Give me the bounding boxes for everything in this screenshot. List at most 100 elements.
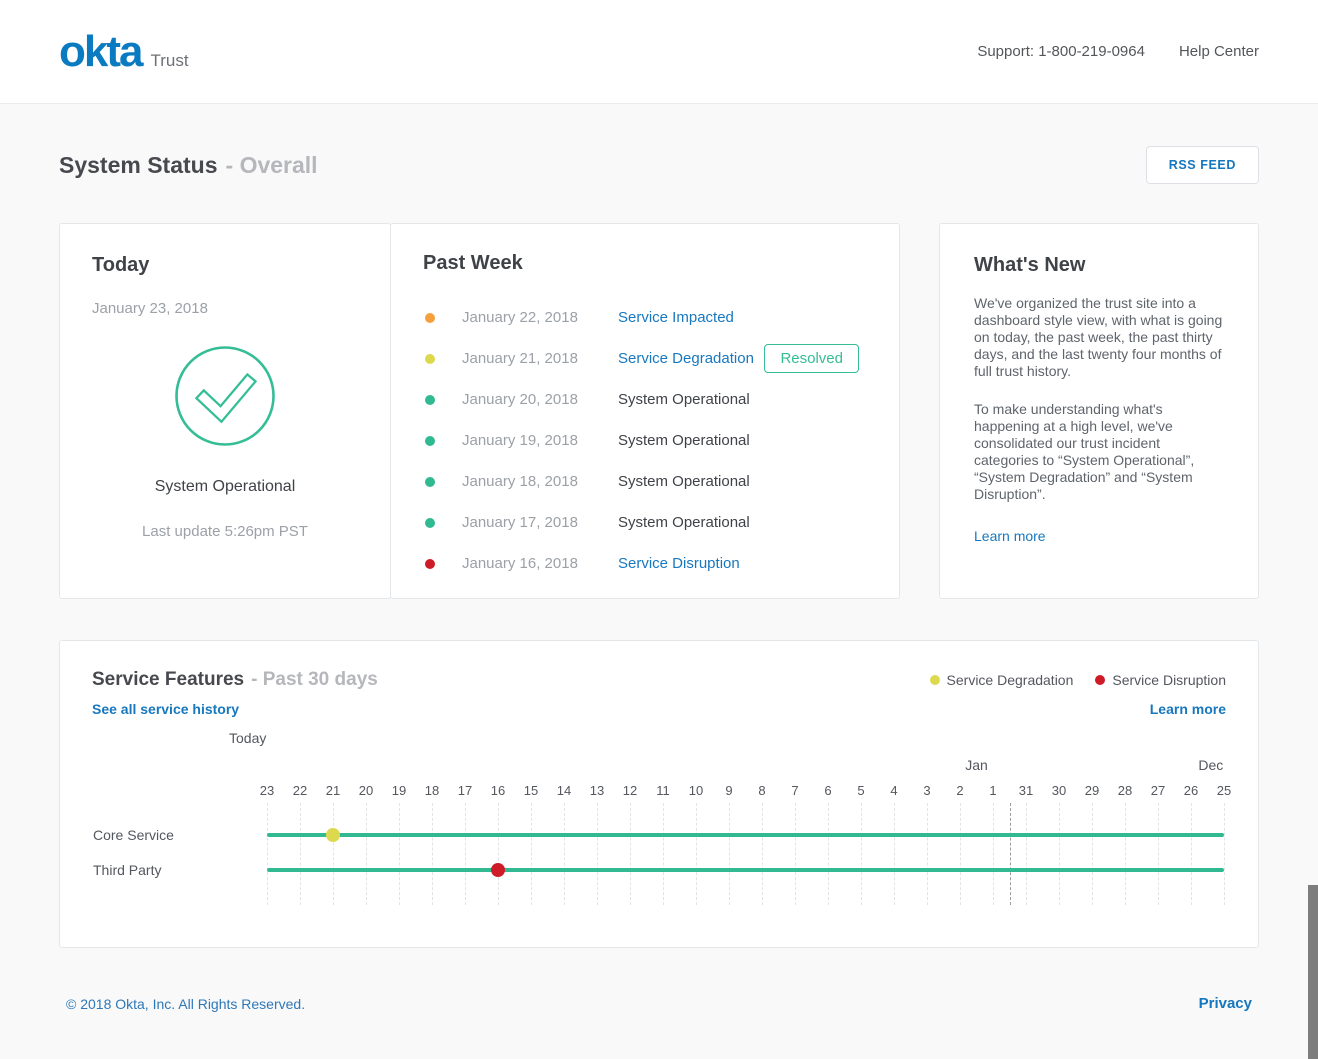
whats-new-card-title: What's New xyxy=(974,254,1224,277)
past-week-card-title: Past Week xyxy=(423,252,867,275)
x-axis-tick-label: 23 xyxy=(260,783,274,798)
whats-new-card: What's New We've organized the trust sit… xyxy=(939,223,1259,599)
x-axis-tick-label: 2 xyxy=(956,783,963,798)
whats-new-paragraph-2: To make understanding what's happening a… xyxy=(974,401,1224,503)
incident-status-text: System Operational xyxy=(618,514,750,531)
x-axis-tick-label: 22 xyxy=(293,783,307,798)
x-axis-tick-label: 1 xyxy=(989,783,996,798)
status-dot-icon xyxy=(425,477,435,487)
status-dot-icon xyxy=(425,395,435,405)
x-axis-tick-label: 31 xyxy=(1019,783,1033,798)
today-status-text: System Operational xyxy=(92,478,358,496)
x-axis-tick-label: 12 xyxy=(623,783,637,798)
whats-new-paragraph-1: We've organized the trust site into a da… xyxy=(974,295,1224,380)
gridline xyxy=(1092,803,1093,905)
timeline-chart: Today 2322212019181716151413121110987654… xyxy=(92,723,1226,923)
gridline xyxy=(1191,803,1192,905)
gridline xyxy=(333,803,334,905)
x-axis-tick-label: 30 xyxy=(1052,783,1066,798)
past-week-row: January 16, 2018 Service Disruption xyxy=(423,543,867,584)
incident-status-link[interactable]: Service Disruption xyxy=(618,555,740,572)
gridline xyxy=(1125,803,1126,905)
x-axis-tick-label: 5 xyxy=(857,783,864,798)
x-axis-tick-label: 6 xyxy=(824,783,831,798)
legend-dot-icon xyxy=(930,675,940,685)
today-date: January 23, 2018 xyxy=(92,300,358,317)
gridline xyxy=(366,803,367,905)
x-axis-tick-label: 29 xyxy=(1085,783,1099,798)
see-all-service-history-link[interactable]: See all service history xyxy=(92,701,239,717)
status-dot-icon xyxy=(425,518,435,528)
gridline xyxy=(597,803,598,905)
rss-feed-button[interactable]: RSS FEED xyxy=(1146,146,1259,184)
help-center-link[interactable]: Help Center xyxy=(1179,43,1259,60)
incident-status-text: System Operational xyxy=(618,432,750,449)
gridline xyxy=(531,803,532,905)
page-title: System Status xyxy=(59,152,218,179)
incident-date: January 16, 2018 xyxy=(462,555,612,572)
status-dot-icon xyxy=(425,313,435,323)
x-axis-tick-label: 20 xyxy=(359,783,373,798)
whats-new-learn-more-link[interactable]: Learn more xyxy=(974,528,1046,544)
service-features-learn-more-link[interactable]: Learn more xyxy=(1150,701,1226,717)
today-card-title: Today xyxy=(92,254,358,277)
incident-status-text: System Operational xyxy=(618,473,750,490)
status-dot-icon xyxy=(425,559,435,569)
site-header: okta Trust Support: 1-800-219-0964 Help … xyxy=(0,0,1318,104)
legend-label: Service Disruption xyxy=(1112,672,1226,688)
x-axis-tick-label: 16 xyxy=(491,783,505,798)
service-row-label: Core Service xyxy=(93,827,174,843)
incident-status-link[interactable]: Service Degradation xyxy=(618,350,754,367)
legend-item: Service Degradation xyxy=(930,672,1074,688)
incident-date: January 19, 2018 xyxy=(462,432,612,449)
site-footer: © 2018 Okta, Inc. All Rights Reserved. P… xyxy=(0,948,1318,1012)
today-last-update: Last update 5:26pm PST xyxy=(92,523,358,540)
gridline xyxy=(828,803,829,905)
gridline xyxy=(630,803,631,905)
x-axis-tick-label: 19 xyxy=(392,783,406,798)
resolved-badge[interactable]: Resolved xyxy=(764,344,859,373)
x-axis-tick-label: 4 xyxy=(890,783,897,798)
month-label: Jan xyxy=(965,757,988,773)
privacy-link[interactable]: Privacy xyxy=(1199,995,1252,1012)
scrollbar-thumb[interactable] xyxy=(1308,885,1318,1059)
gridline xyxy=(399,803,400,905)
logo[interactable]: okta Trust xyxy=(59,30,189,74)
gridline xyxy=(729,803,730,905)
status-dot-icon xyxy=(425,354,435,364)
x-axis-tick-label: 14 xyxy=(557,783,571,798)
gridline xyxy=(432,803,433,905)
x-axis-tick-label: 13 xyxy=(590,783,604,798)
x-axis-tick-label: 3 xyxy=(923,783,930,798)
past-week-row: January 20, 2018System Operational xyxy=(423,379,867,420)
gridline xyxy=(564,803,565,905)
x-axis-tick-label: 21 xyxy=(326,783,340,798)
service-features-subtitle: - Past 30 days xyxy=(251,669,378,691)
gridline xyxy=(861,803,862,905)
gridline xyxy=(993,803,994,905)
past-week-row: January 22, 2018Service Impacted xyxy=(423,297,867,338)
gridline xyxy=(300,803,301,905)
x-axis-tick-label: 26 xyxy=(1184,783,1198,798)
today-card: Today January 23, 2018 System Operationa… xyxy=(59,223,391,599)
x-axis-tick-label: 25 xyxy=(1217,783,1231,798)
okta-logo[interactable]: okta xyxy=(59,30,141,74)
gridline xyxy=(663,803,664,905)
x-axis-tick-label: 10 xyxy=(689,783,703,798)
incident-dot-icon[interactable] xyxy=(491,863,505,877)
service-status-line xyxy=(267,868,1224,872)
support-phone: Support: 1-800-219-0964 xyxy=(977,43,1145,60)
past-week-list: January 22, 2018Service Impacted January … xyxy=(423,297,867,584)
gridline xyxy=(1158,803,1159,905)
past-week-row: January 18, 2018System Operational xyxy=(423,461,867,502)
x-axis-tick-label: 15 xyxy=(524,783,538,798)
x-axis-tick-label: 28 xyxy=(1118,783,1132,798)
incident-dot-icon[interactable] xyxy=(326,828,340,842)
logo-trust-label: Trust xyxy=(150,51,188,71)
x-axis-tick-label: 7 xyxy=(791,783,798,798)
copyright-text: © 2018 Okta, Inc. All Rights Reserved. xyxy=(66,996,305,1012)
incident-status-link[interactable]: Service Impacted xyxy=(618,309,734,326)
gridline xyxy=(960,803,961,905)
past-week-row: January 17, 2018System Operational xyxy=(423,502,867,543)
x-axis-tick-label: 27 xyxy=(1151,783,1165,798)
